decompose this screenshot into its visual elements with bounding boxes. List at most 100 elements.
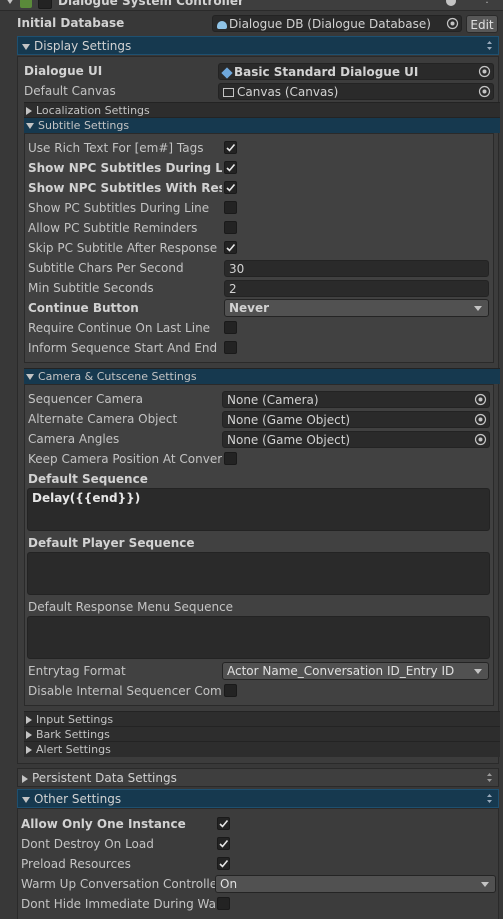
dialogue-ui-field[interactable]: Basic Standard Dialogue UI <box>218 63 494 80</box>
entrytag-format-value: Actor Name_Conversation ID_Entry ID <box>227 664 455 678</box>
checkmark-icon <box>219 819 229 828</box>
sequencer-camera-label: Sequencer Camera <box>28 392 144 406</box>
dont-destroy-checkbox[interactable] <box>217 837 230 850</box>
foldout-open-icon <box>22 43 30 50</box>
foldout-open-icon <box>26 123 34 129</box>
display-settings-foldout[interactable]: Display Settings <box>17 36 499 55</box>
checkmark-icon <box>219 859 229 868</box>
subtitle-settings-foldout[interactable]: Subtitle Settings <box>24 117 500 133</box>
dont-hide-immediate-label: Dont Hide Immediate During Warm <box>21 897 215 911</box>
object-picker-icon[interactable] <box>478 85 491 98</box>
keep-camera-position-checkbox[interactable] <box>224 452 237 465</box>
use-rich-text-checkbox[interactable] <box>224 141 237 154</box>
show-npc-subtitles-during-checkbox[interactable] <box>224 161 237 174</box>
allow-only-one-label: Allow Only One Instance <box>21 817 186 831</box>
disable-internal-sequencer-checkbox[interactable] <box>224 684 237 697</box>
inform-sequence-label: Inform Sequence Start And End <box>28 341 218 355</box>
camera-angles-field[interactable]: None (Game Object) <box>222 431 490 448</box>
chars-per-second-label: Subtitle Chars Per Second <box>28 261 184 275</box>
sequencer-camera-field[interactable]: None (Camera) <box>222 391 490 408</box>
min-subtitle-seconds-label: Min Subtitle Seconds <box>28 281 154 295</box>
show-pc-subtitles-during-checkbox[interactable] <box>224 201 237 214</box>
entrytag-format-dropdown[interactable]: Actor Name_Conversation ID_Entry ID <box>222 662 489 680</box>
alert-settings-foldout[interactable]: Alert Settings <box>24 741 500 757</box>
keep-camera-position-label: Keep Camera Position At Conversa <box>28 452 222 466</box>
enable-checkbox[interactable] <box>38 0 52 9</box>
object-picker-icon[interactable] <box>446 17 459 30</box>
dont-destroy-label: Dont Destroy On Load <box>21 837 154 851</box>
require-continue-label: Require Continue On Last Line <box>28 321 211 335</box>
canvas-icon <box>223 88 234 97</box>
camera-angles-label: Camera Angles <box>28 432 120 446</box>
dont-hide-immediate-checkbox[interactable] <box>217 897 230 910</box>
allow-only-one-checkbox[interactable] <box>217 817 230 830</box>
localization-settings-foldout[interactable]: Localization Settings <box>24 102 500 118</box>
checkmark-icon <box>226 243 236 252</box>
default-response-menu-sequence-textarea[interactable] <box>27 616 490 659</box>
default-player-sequence-textarea[interactable] <box>27 552 490 595</box>
continue-button-dropdown[interactable]: Never <box>224 299 489 317</box>
drag-handle-icon[interactable] <box>487 773 492 782</box>
inform-sequence-checkbox[interactable] <box>224 341 237 354</box>
database-icon <box>217 20 227 29</box>
foldout-closed-icon <box>26 107 32 115</box>
chars-per-second-input[interactable]: 30 <box>224 260 489 277</box>
require-continue-checkbox[interactable] <box>224 321 237 334</box>
alternate-camera-field[interactable]: None (Game Object) <box>222 411 490 428</box>
preload-resources-checkbox[interactable] <box>217 857 230 870</box>
display-settings-title: Display Settings <box>34 39 132 53</box>
preload-resources-label: Preload Resources <box>21 857 131 871</box>
fold-arrow-icon[interactable] <box>6 0 14 4</box>
bark-settings-foldout[interactable]: Bark Settings <box>24 726 500 742</box>
camera-settings-foldout[interactable]: Camera & Cutscene Settings <box>24 368 500 384</box>
skip-pc-subtitle-checkbox[interactable] <box>224 241 237 254</box>
continue-button-value: Never <box>229 301 270 315</box>
min-subtitle-seconds-input[interactable]: 2 <box>224 280 489 297</box>
checkmark-icon <box>226 183 236 192</box>
object-picker-icon[interactable] <box>474 433 487 446</box>
foldout-open-icon <box>26 374 34 380</box>
script-icon <box>20 0 32 8</box>
other-settings-foldout[interactable]: Other Settings <box>17 789 499 808</box>
default-sequence-textarea[interactable]: Delay({{end}}) <box>27 488 490 531</box>
warm-up-label: Warm Up Conversation Controller <box>21 877 215 891</box>
foldout-closed-icon <box>22 774 28 783</box>
entrytag-format-label: Entrytag Format <box>28 664 126 678</box>
foldout-closed-icon <box>26 731 32 739</box>
object-picker-icon[interactable] <box>474 413 487 426</box>
persistent-data-title: Persistent Data Settings <box>32 771 177 785</box>
default-canvas-label: Default Canvas <box>24 84 116 98</box>
dialogue-ui-value: Basic Standard Dialogue UI <box>234 65 419 79</box>
alternate-camera-label: Alternate Camera Object <box>28 412 178 426</box>
component-header: Dialogue System Controller ⋮ <box>0 0 503 11</box>
object-picker-icon[interactable] <box>478 65 491 78</box>
alternate-camera-value: None (Game Object) <box>227 413 351 427</box>
persistent-data-settings-foldout[interactable]: Persistent Data Settings <box>17 768 499 787</box>
drag-handle-icon[interactable] <box>487 794 492 803</box>
more-options-icon[interactable]: ⋮ <box>482 0 492 6</box>
input-title: Input Settings <box>36 713 114 726</box>
allow-pc-reminders-checkbox[interactable] <box>224 221 237 234</box>
drag-handle-icon[interactable] <box>487 41 492 50</box>
edit-button[interactable]: Edit <box>466 15 498 33</box>
show-npc-subtitles-with-responses-checkbox[interactable] <box>224 181 237 194</box>
default-response-menu-sequence-label: Default Response Menu Sequence <box>28 600 234 614</box>
other-settings-title: Other Settings <box>34 792 122 806</box>
default-canvas-value: Canvas (Canvas) <box>237 85 339 99</box>
input-settings-foldout[interactable]: Input Settings <box>24 711 500 727</box>
foldout-closed-icon <box>26 746 32 754</box>
initial-database-value: Dialogue DB (Dialogue Database) <box>229 17 431 31</box>
default-canvas-field[interactable]: Canvas (Canvas) <box>218 83 494 100</box>
initial-database-field[interactable]: Dialogue DB (Dialogue Database) <box>212 15 462 32</box>
show-npc-subtitles-with-responses-label: Show NPC Subtitles With Respon <box>28 181 222 195</box>
show-pc-subtitles-during-label: Show PC Subtitles During Line <box>28 201 210 215</box>
camera-title: Camera & Cutscene Settings <box>38 370 197 383</box>
dropdown-arrow-icon <box>474 669 482 674</box>
help-icon[interactable] <box>446 0 456 6</box>
warm-up-dropdown[interactable]: On <box>215 875 496 893</box>
skip-pc-subtitle-label: Skip PC Subtitle After Response M <box>28 241 222 255</box>
default-player-sequence-label: Default Player Sequence <box>28 536 195 550</box>
sequencer-camera-value: None (Camera) <box>227 393 319 407</box>
object-picker-icon[interactable] <box>474 393 487 406</box>
component-title: Dialogue System Controller <box>58 0 244 8</box>
